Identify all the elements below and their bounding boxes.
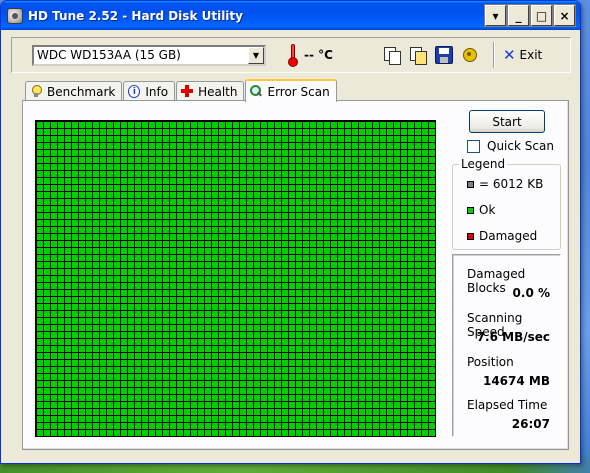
quick-scan-checkbox[interactable]: Quick Scan	[467, 139, 554, 153]
scanning-speed-value: 7.6 MB/sec	[476, 330, 550, 344]
position-value: 14674 MB	[482, 374, 550, 388]
hdtune-app-icon	[7, 7, 23, 24]
drive-select[interactable]: WDC WD153AA (15 GB) ▼	[32, 44, 266, 66]
tab-info[interactable]: i Info	[123, 81, 176, 101]
app-window: HD Tune 2.52 - Hard Disk Utility ▾ _ □ ×…	[0, 0, 581, 464]
info-icon: i	[128, 85, 141, 98]
toolbar-actions	[383, 46, 487, 65]
copy-icon[interactable]	[383, 46, 401, 65]
tab-label: Info	[145, 84, 169, 99]
tab-error-scan[interactable]: Error Scan	[245, 79, 337, 102]
elapsed-time-label: Elapsed Time	[467, 398, 548, 412]
window-title: HD Tune 2.52 - Hard Disk Utility	[28, 8, 243, 23]
scan-block-map	[35, 120, 436, 437]
exit-icon: ✕	[502, 46, 516, 64]
ok-swatch-icon	[467, 206, 474, 214]
exit-button[interactable]: ✕ Exit	[503, 46, 542, 64]
legend-block-size-label: = 6012 KB	[479, 177, 544, 191]
block-swatch-icon	[467, 180, 474, 188]
health-cross-icon	[181, 85, 194, 98]
save-icon[interactable]	[434, 46, 453, 64]
chevron-down-icon[interactable]: ▼	[248, 46, 264, 64]
scan-block-grid	[36, 121, 435, 436]
temperature-readout: -- °C	[304, 48, 333, 62]
checkbox-box[interactable]	[467, 139, 480, 153]
titlebar-menu-button[interactable]: ▾	[484, 4, 507, 27]
tab-strip: Benchmark i Info Health Error Scan	[25, 79, 338, 102]
damaged-blocks-value: 0.0 %	[512, 286, 550, 300]
tab-label: Error Scan	[267, 84, 330, 99]
close-button[interactable]: ×	[553, 4, 576, 27]
tab-health[interactable]: Health	[176, 81, 245, 101]
drive-select-value: WDC WD153AA (15 GB)	[37, 48, 181, 62]
start-button[interactable]: Start	[469, 110, 545, 133]
tab-label: Benchmark	[47, 84, 116, 99]
tab-benchmark[interactable]: Benchmark	[25, 81, 123, 101]
position-label: Position	[467, 355, 514, 369]
legend-damaged: Damaged	[467, 229, 537, 243]
legend-ok-label: Ok	[479, 203, 496, 217]
error-scan-panel: Start Quick Scan Legend = 6012 KB Ok Dam…	[22, 100, 569, 450]
options-icon[interactable]	[461, 46, 479, 64]
minimize-button[interactable]: _	[507, 4, 530, 27]
damaged-swatch-icon	[467, 232, 474, 240]
toolbar: WDC WD153AA (15 GB) ▼ -- °C ✕ Exit	[11, 37, 571, 73]
scan-stats: Damaged Blocks 0.0 % Scanning Speed 7.6 …	[452, 254, 561, 437]
legend-ok: Ok	[467, 203, 495, 217]
copy-all-icon[interactable]	[409, 46, 427, 65]
legend-title: Legend	[459, 157, 508, 171]
thermometer-icon	[288, 44, 298, 67]
quick-scan-label: Quick Scan	[487, 139, 554, 153]
tab-label: Health	[198, 84, 238, 99]
legend-group: Legend = 6012 KB Ok Damaged	[452, 157, 561, 250]
title-bar[interactable]: HD Tune 2.52 - Hard Disk Utility ▾ _ □ ×	[1, 1, 580, 30]
legend-block-size: = 6012 KB	[467, 177, 543, 191]
elapsed-time-value: 26:07	[511, 417, 550, 431]
legend-damaged-label: Damaged	[479, 229, 538, 243]
bulb-icon	[30, 85, 42, 98]
toolbar-divider	[492, 42, 495, 68]
magnifier-icon	[250, 85, 262, 98]
exit-label: Exit	[519, 48, 543, 62]
maximize-button[interactable]: □	[530, 4, 553, 27]
